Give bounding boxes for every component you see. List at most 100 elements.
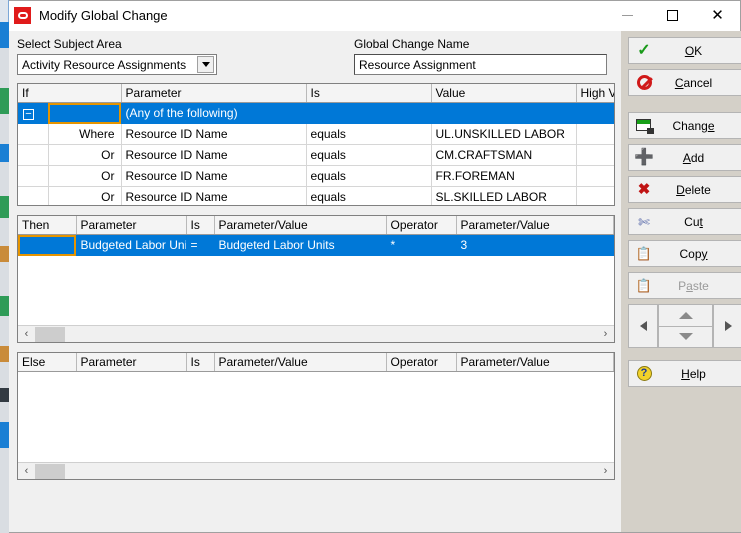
background-window-strip bbox=[0, 0, 9, 533]
if-row-value[interactable]: UL.UNSKILLED LABOR bbox=[431, 123, 577, 145]
if-row-parameter[interactable]: (Any of the following) bbox=[121, 102, 307, 124]
if-col-parameter[interactable]: Parameter bbox=[121, 84, 307, 103]
cancel-button-label: Cancel bbox=[674, 75, 713, 90]
nav-left-button[interactable] bbox=[628, 304, 658, 348]
if-row-parameter[interactable]: Resource ID Name bbox=[121, 186, 307, 205]
change-button[interactable]: Change bbox=[628, 112, 741, 139]
minimize-icon bbox=[622, 15, 633, 16]
else-col-parameter-value[interactable]: Parameter/Value bbox=[214, 353, 387, 372]
if-row-is[interactable]: equals bbox=[306, 186, 432, 205]
plus-icon: ➕ bbox=[634, 148, 654, 166]
if-row-value[interactable]: CM.CRAFTSMAN bbox=[431, 144, 577, 166]
minimize-button[interactable] bbox=[605, 1, 650, 31]
nav-down-button[interactable] bbox=[658, 326, 713, 348]
background-window-segment bbox=[0, 162, 9, 196]
then-col-parameter-value-2[interactable]: Parameter/Value bbox=[456, 216, 614, 235]
arrow-left-icon bbox=[639, 321, 647, 331]
scroll-right-icon[interactable]: › bbox=[597, 326, 614, 343]
if-row-high-value[interactable] bbox=[576, 144, 614, 166]
help-button[interactable]: ? Help bbox=[628, 360, 741, 387]
then-col-operator[interactable]: Operator bbox=[386, 216, 457, 235]
if-row-is[interactable]: equals bbox=[306, 123, 432, 145]
copy-button[interactable]: 📋 Copy bbox=[628, 240, 741, 267]
if-row-parameter[interactable]: Resource ID Name bbox=[121, 144, 307, 166]
ok-button[interactable]: ✓ OK bbox=[628, 37, 741, 64]
paste-button[interactable]: 📋 Paste bbox=[628, 272, 741, 299]
then-row-parameter-value[interactable]: Budgeted Labor Units bbox=[214, 234, 387, 256]
subject-area-select[interactable]: Activity Resource Assignments bbox=[17, 54, 217, 75]
nav-right-button[interactable] bbox=[713, 304, 741, 348]
then-row-then[interactable] bbox=[18, 234, 77, 256]
if-col-value[interactable]: Value bbox=[431, 84, 577, 103]
if-row-value[interactable] bbox=[431, 102, 577, 124]
then-row-operator[interactable]: * bbox=[386, 234, 457, 256]
else-scroll-track[interactable] bbox=[35, 463, 597, 480]
if-row-high-value[interactable] bbox=[576, 186, 614, 205]
if-row-high-value[interactable] bbox=[576, 165, 614, 187]
then-scroll-track[interactable] bbox=[35, 326, 597, 343]
collapse-icon[interactable]: − bbox=[23, 109, 34, 120]
if-row-is[interactable]: equals bbox=[306, 144, 432, 166]
oracle-app-icon bbox=[14, 7, 31, 24]
ok-button-label: OK bbox=[684, 43, 703, 58]
chevron-down-icon[interactable] bbox=[197, 56, 214, 73]
if-row-value[interactable]: SL.SKILLED LABOR bbox=[431, 186, 577, 205]
then-row-is[interactable]: = bbox=[186, 234, 215, 256]
table-row[interactable]: Or Resource ID Name equals FR.FOREMAN bbox=[18, 165, 614, 187]
cut-button[interactable]: ✄ Cut bbox=[628, 208, 741, 235]
if-row-condition[interactable]: Or bbox=[47, 144, 122, 166]
if-row-condition[interactable] bbox=[48, 102, 122, 124]
maximize-button[interactable] bbox=[650, 1, 695, 31]
main-content: Select Subject Area Activity Resource As… bbox=[9, 31, 621, 532]
then-horizontal-scrollbar[interactable]: ‹ › bbox=[18, 325, 614, 342]
delete-button[interactable]: ✖ Delete bbox=[628, 176, 741, 203]
then-col-parameter-value[interactable]: Parameter/Value bbox=[214, 216, 387, 235]
else-col-else[interactable]: Else bbox=[18, 353, 77, 372]
then-col-parameter[interactable]: Parameter bbox=[76, 216, 187, 235]
else-col-operator[interactable]: Operator bbox=[386, 353, 457, 372]
then-row-parameter[interactable]: Budgeted Labor Units bbox=[76, 234, 187, 256]
if-row-condition[interactable]: Or bbox=[47, 165, 122, 187]
global-change-name-input[interactable]: Resource Assignment bbox=[354, 54, 607, 75]
add-button[interactable]: ➕ Add bbox=[628, 144, 741, 171]
if-row-condition[interactable]: Or bbox=[47, 186, 122, 205]
if-row-high-value[interactable] bbox=[576, 102, 614, 124]
scroll-left-icon[interactable]: ‹ bbox=[18, 326, 35, 343]
then-col-is[interactable]: Is bbox=[186, 216, 215, 235]
else-col-parameter[interactable]: Parameter bbox=[76, 353, 187, 372]
if-row-high-value[interactable] bbox=[576, 123, 614, 145]
table-row[interactable]: Where Resource ID Name equals UL.UNSKILL… bbox=[18, 123, 614, 145]
scroll-left-icon[interactable]: ‹ bbox=[18, 463, 35, 480]
scroll-right-icon[interactable]: › bbox=[597, 463, 614, 480]
then-row-parameter-value-2[interactable]: 3 bbox=[456, 234, 614, 256]
background-window-segment bbox=[0, 144, 9, 162]
table-row[interactable]: Or Resource ID Name equals SL.SKILLED LA… bbox=[18, 186, 614, 205]
then-actions-panel: Then Parameter Is Parameter/Value Operat… bbox=[17, 215, 615, 343]
help-icon: ? bbox=[629, 361, 659, 386]
then-col-then[interactable]: Then bbox=[18, 216, 77, 235]
if-row-is[interactable] bbox=[306, 102, 432, 124]
else-horizontal-scrollbar[interactable]: ‹ › bbox=[18, 462, 614, 479]
if-col-if[interactable]: If bbox=[18, 84, 122, 103]
background-window-segment bbox=[0, 88, 9, 114]
else-col-parameter-value-2[interactable]: Parameter/Value bbox=[456, 353, 614, 372]
if-row-condition[interactable]: Where bbox=[47, 123, 122, 145]
then-grid-body: Budgeted Labor Units = Budgeted Labor Un… bbox=[18, 234, 614, 256]
if-row-is[interactable]: equals bbox=[306, 165, 432, 187]
if-row-expander-cell[interactable]: − bbox=[18, 102, 49, 124]
if-col-high-value[interactable]: High Value bbox=[576, 84, 614, 103]
if-row-parameter[interactable]: Resource ID Name bbox=[121, 123, 307, 145]
cancel-button[interactable]: Cancel bbox=[628, 69, 741, 96]
table-row[interactable]: − (Any of the following) bbox=[18, 102, 614, 124]
else-col-is[interactable]: Is bbox=[186, 353, 215, 372]
help-button-label: Help bbox=[681, 366, 706, 381]
else-scroll-thumb[interactable] bbox=[35, 463, 65, 479]
table-row[interactable]: Or Resource ID Name equals CM.CRAFTSMAN bbox=[18, 144, 614, 166]
then-scroll-thumb[interactable] bbox=[35, 326, 65, 342]
nav-up-button[interactable] bbox=[658, 304, 713, 327]
if-row-parameter[interactable]: Resource ID Name bbox=[121, 165, 307, 187]
close-button[interactable]: ✕ bbox=[695, 1, 740, 31]
if-row-value[interactable]: FR.FOREMAN bbox=[431, 165, 577, 187]
if-col-is[interactable]: Is bbox=[306, 84, 432, 103]
table-row[interactable]: Budgeted Labor Units = Budgeted Labor Un… bbox=[18, 234, 614, 256]
